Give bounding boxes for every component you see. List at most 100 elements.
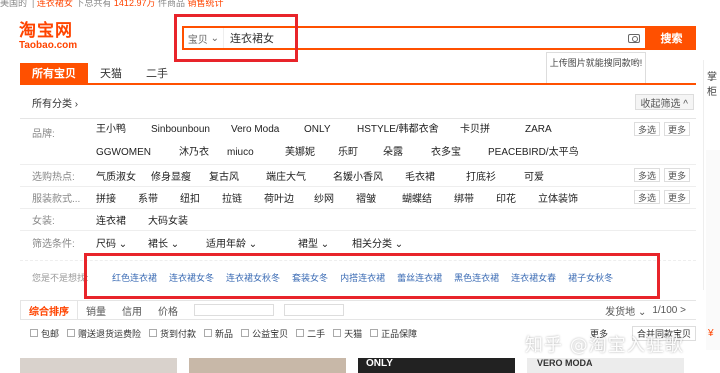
tab-all[interactable]: 所有宝贝 [20,63,88,83]
topbar-suffix: 件商品 [157,0,185,8]
option-label: 公益宝贝 [252,328,289,339]
ship-from-select[interactable]: 发货地 ⌄ [605,303,652,318]
filter-value[interactable]: 拼接 [96,190,138,205]
highlight-box-search [174,14,298,62]
option-checkbox[interactable]: 天猫 [333,327,362,340]
taobao-logo[interactable]: 淘宝网 Taobao.com [19,22,89,56]
filter-value[interactable]: 尺码 ⌄ [96,235,148,250]
womens-values: 连衣裙 大码女装 [96,212,696,227]
option-checkbox[interactable]: 包邮 [30,327,59,340]
more-button[interactable]: 更多 [663,168,690,182]
filter-value[interactable]: 朵露 [383,142,431,165]
filter-value[interactable]: HSTYLE/韩都衣舍 [357,119,460,142]
filter-value[interactable]: miuco [227,142,285,165]
filter-value[interactable]: 沐乃衣 [179,142,227,165]
filter-value[interactable]: 拉链 [222,190,264,205]
multi-select-button[interactable]: 多选 [633,168,660,182]
product-card[interactable]: VERO MODA [527,358,684,373]
filter-value[interactable]: 打底衫 [466,168,524,183]
more-button[interactable]: 更多 [663,122,690,136]
tab-secondhand[interactable]: 二手 [134,63,180,83]
sort-credit[interactable]: 信用 [114,301,150,319]
checkbox-icon[interactable] [204,329,213,337]
filter-value[interactable]: 王小鸭 [96,119,151,142]
filter-value[interactable]: Vero Moda [231,119,304,142]
filter-value[interactable]: 蝴蝶结 [402,190,454,205]
filter-value[interactable]: 衣多宝 [431,142,488,165]
checkbox-icon[interactable] [30,329,38,337]
price-range-input[interactable] [194,304,274,316]
option-checkbox[interactable]: 正品保障 [370,327,417,340]
filter-value[interactable]: 绑带 [454,190,496,205]
filter-value[interactable]: 系带 [138,190,180,205]
filter-value[interactable]: 印花 [496,190,538,205]
sort-sales[interactable]: 销量 [78,301,114,319]
product-card[interactable] [189,358,346,373]
more-button[interactable]: 更多 [663,190,690,204]
right-sidebar-label: 掌柜 [707,72,717,98]
filter-value[interactable]: 卡贝拼 [460,119,525,142]
multi-select-button[interactable]: 多选 [633,122,660,136]
filter-value[interactable]: 名媛小香风 [333,168,405,183]
option-checkbox[interactable]: 赠送退货运费险 [67,327,141,340]
filter-value[interactable]: 适用年龄 ⌄ [206,235,298,250]
filter-value[interactable]: GGWOMEN [96,142,179,165]
filter-value[interactable]: Sinbounboun [151,119,231,142]
filter-value[interactable]: 裙长 ⌄ [148,235,206,250]
product-card[interactable] [20,358,177,373]
search-button[interactable]: 搜索 [647,26,696,50]
product-card[interactable]: ONLY [358,358,515,373]
filter-label: 选购热点: [32,172,75,183]
option-checkbox[interactable]: 新品 [204,327,233,340]
filter-value[interactable]: 可爱 [524,168,574,183]
filter-value[interactable]: ZARA [525,119,595,142]
product-grid: ONLY VERO MODA [20,358,696,373]
filter-value[interactable]: 纱网 [314,190,356,205]
filter-value[interactable]: 立体装饰 [538,190,600,205]
filter-value[interactable]: 毛衣裙 [405,168,466,183]
filter-value[interactable]: 连衣裙 [96,212,148,227]
result-tabs: 所有宝贝 天猫 二手 [20,63,696,85]
camera-icon[interactable] [623,28,645,48]
collapse-filter-button[interactable]: 收起筛选 ^ [634,94,694,110]
filter-value[interactable]: 荷叶边 [264,190,314,205]
filter-value[interactable]: 褶皱 [356,190,402,205]
filter-value[interactable]: 相关分类 ⌄ [352,235,422,250]
checkbox-icon[interactable] [241,329,250,337]
option-checkbox[interactable]: 货到付款 [149,327,196,340]
checkbox-icon[interactable] [370,329,379,337]
brand-values: 王小鸭 Sinbounboun Vero Moda ONLY HSTYLE/韩都衣舍 卡贝… [96,119,616,164]
sort-price[interactable]: 价格 [150,301,186,319]
filter-row-womens: 女装: 连衣裙 大码女装 [20,209,696,231]
price-range-input-2[interactable] [284,304,344,316]
filter-value[interactable]: 大码女装 [148,212,218,227]
filter-value[interactable]: PEACEBIRD/太平鸟 [488,142,598,165]
checkbox-icon[interactable] [67,329,76,337]
filter-row-conditions: 筛选条件: 尺码 ⌄ 裙长 ⌄ 适用年龄 ⌄ 裙型 ⌄ 相关分类 ⌄ [20,231,696,253]
filter-value[interactable]: 芙娜妮 [285,142,338,165]
option-checkboxes: 包邮 赠送退货运费险 货到付款 新品 公益宝贝 二手 天猫 正品保障 [30,327,425,340]
filter-value[interactable]: 复古风 [209,168,266,183]
topbar-stats-link[interactable]: 销售统计 [188,0,224,8]
sort-default[interactable]: 综合排序 [20,301,78,319]
checkbox-icon[interactable] [296,329,305,337]
filter-value[interactable]: 乐町 [338,142,383,165]
pager[interactable]: 1/100 > [652,305,696,316]
filter-value[interactable]: 端庄大气 [266,168,333,183]
multi-select-button[interactable]: 多选 [633,190,660,204]
checkbox-icon[interactable] [333,329,342,337]
checkbox-icon[interactable] [149,329,158,337]
filter-value[interactable]: 裙型 ⌄ [298,235,352,250]
style-values: 拼接 系带 纽扣 拉链 荷叶边 纱网 褶皱 蝴蝶结 绑带 印花 立体装饰 [96,190,696,205]
option-checkbox[interactable]: 公益宝贝 [241,327,288,340]
right-sidebar: 掌柜 ¥ [703,60,720,350]
filter-value[interactable]: 修身显瘦 [151,168,209,183]
tab-tmall[interactable]: 天猫 [88,63,134,83]
filter-value[interactable]: ONLY [304,119,357,142]
option-checkbox[interactable]: 二手 [296,327,325,340]
filter-value[interactable]: 气质淑女 [96,168,151,183]
all-categories-link[interactable]: 所有分类 › [32,95,78,110]
logo-cn: 淘宝网 [19,21,73,41]
filter-value[interactable]: 纽扣 [180,190,222,205]
filter-label: 女装: [32,216,55,227]
